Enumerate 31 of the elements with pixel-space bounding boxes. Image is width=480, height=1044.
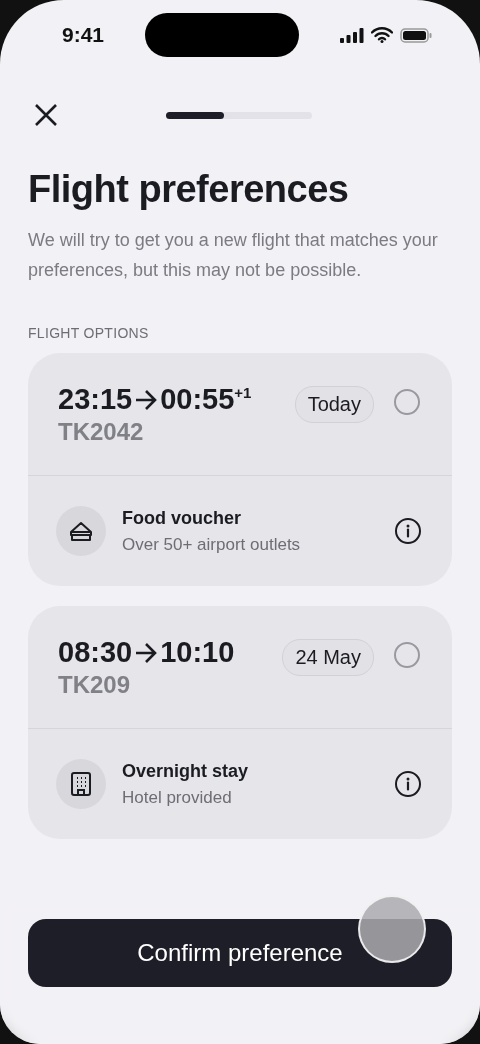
info-icon[interactable]: [394, 517, 422, 545]
date-tag: Today: [294, 386, 374, 423]
page-title: Flight preferences: [28, 168, 350, 211]
wifi-icon: [371, 27, 393, 43]
date-tag: 24 May: [282, 639, 374, 676]
confirm-button[interactable]: Confirm preference: [28, 919, 452, 987]
departure-time: 23:15: [58, 383, 133, 416]
perk-subtitle: Over 50+ airport outlets: [122, 534, 302, 555]
sandwich-icon: [68, 520, 94, 542]
arrival-time: 00:55$^{+1}$: [160, 383, 252, 416]
radio-button[interactable]: [394, 389, 420, 415]
departure-time: 08:30: [58, 636, 133, 669]
flight-card[interactable]: 23:15 00:55$^{+1}$ TK2042 Today Food voucher Over 50+ airport outlets: [28, 353, 452, 586]
battery-icon: [400, 27, 432, 43]
perk-title: Food voucher: [122, 507, 242, 529]
radio-button[interactable]: [394, 642, 420, 668]
section-label: FLIGHT OPTIONS: [28, 325, 150, 341]
arrow-icon: [134, 641, 159, 664]
info-icon[interactable]: [394, 770, 422, 798]
close-icon[interactable]: [34, 103, 58, 127]
description-text: We will try to get you a new flight that matches your preferences, but this may not be possible.: [28, 229, 439, 282]
flight-card[interactable]: 08:30 10:10 TK209 24 May Overnight stay Hotel provided: [28, 606, 452, 839]
arrival-time: 10:10: [160, 636, 235, 669]
arrow-icon: [134, 388, 159, 411]
perk-title: Overnight stay: [122, 760, 250, 782]
status-time: 9:41: [62, 23, 105, 47]
flight-number: TK209: [58, 671, 132, 699]
building-icon: [70, 771, 92, 797]
perk-subtitle: Hotel provided: [122, 787, 233, 808]
signal-icon: [340, 27, 364, 43]
flight-number: TK2042: [58, 418, 145, 446]
